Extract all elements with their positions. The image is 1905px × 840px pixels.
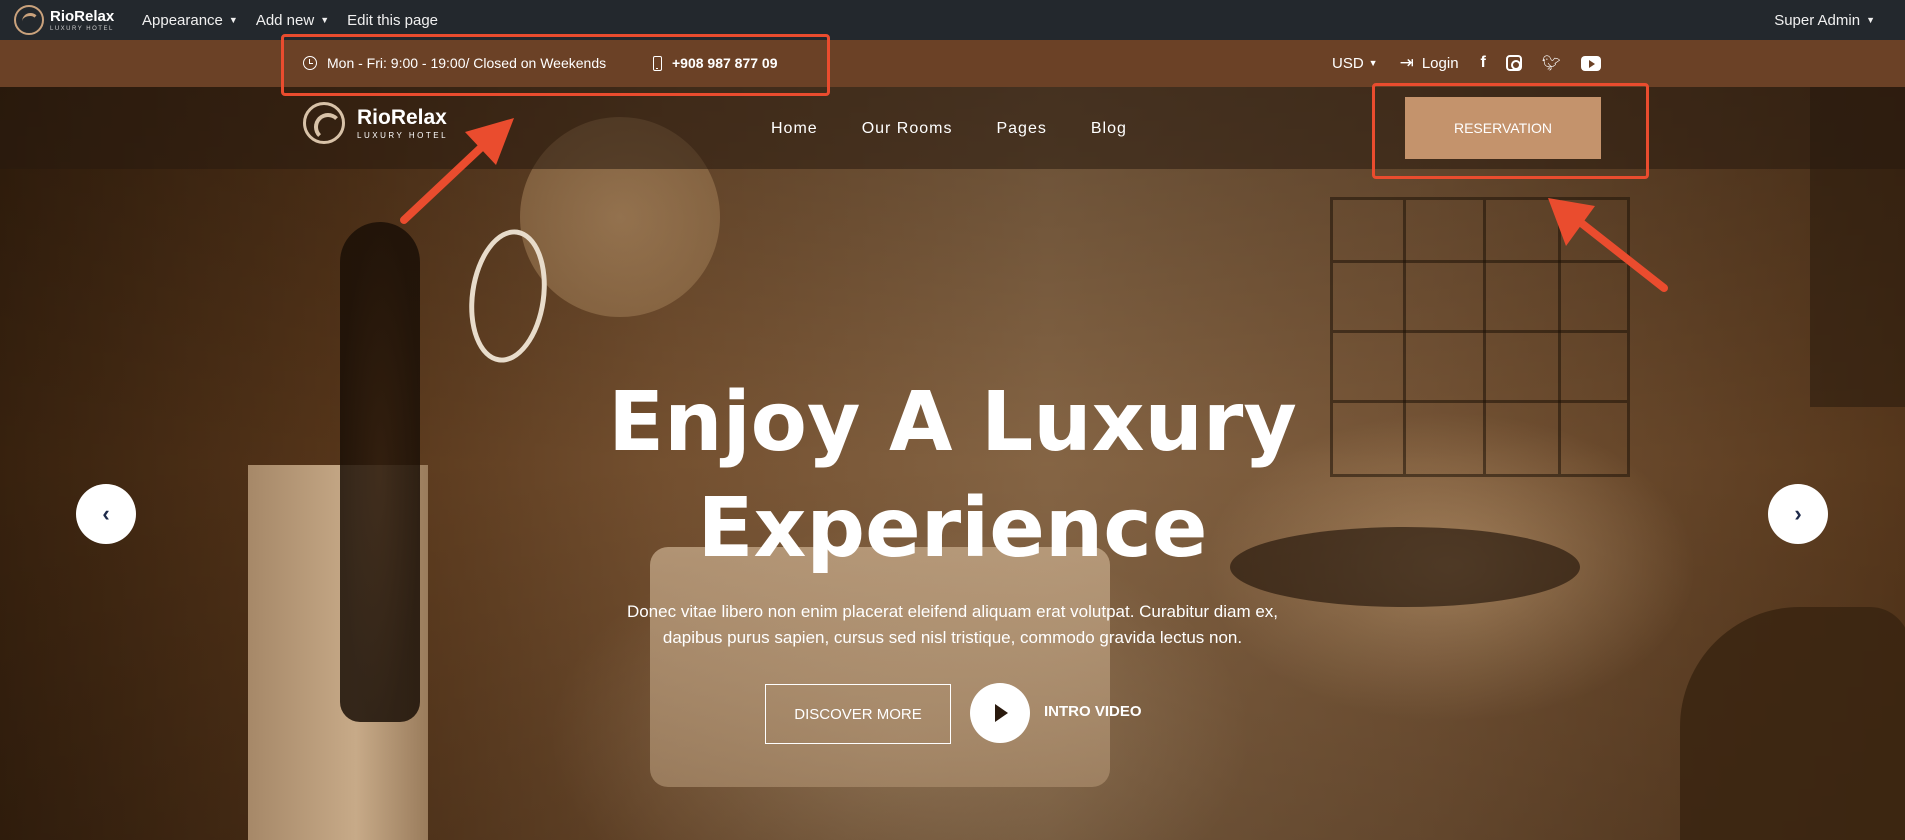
annotation-arrow-icon <box>400 118 514 224</box>
annotation-arrows <box>400 118 1668 292</box>
annotation-arrow-icon <box>1548 198 1668 292</box>
